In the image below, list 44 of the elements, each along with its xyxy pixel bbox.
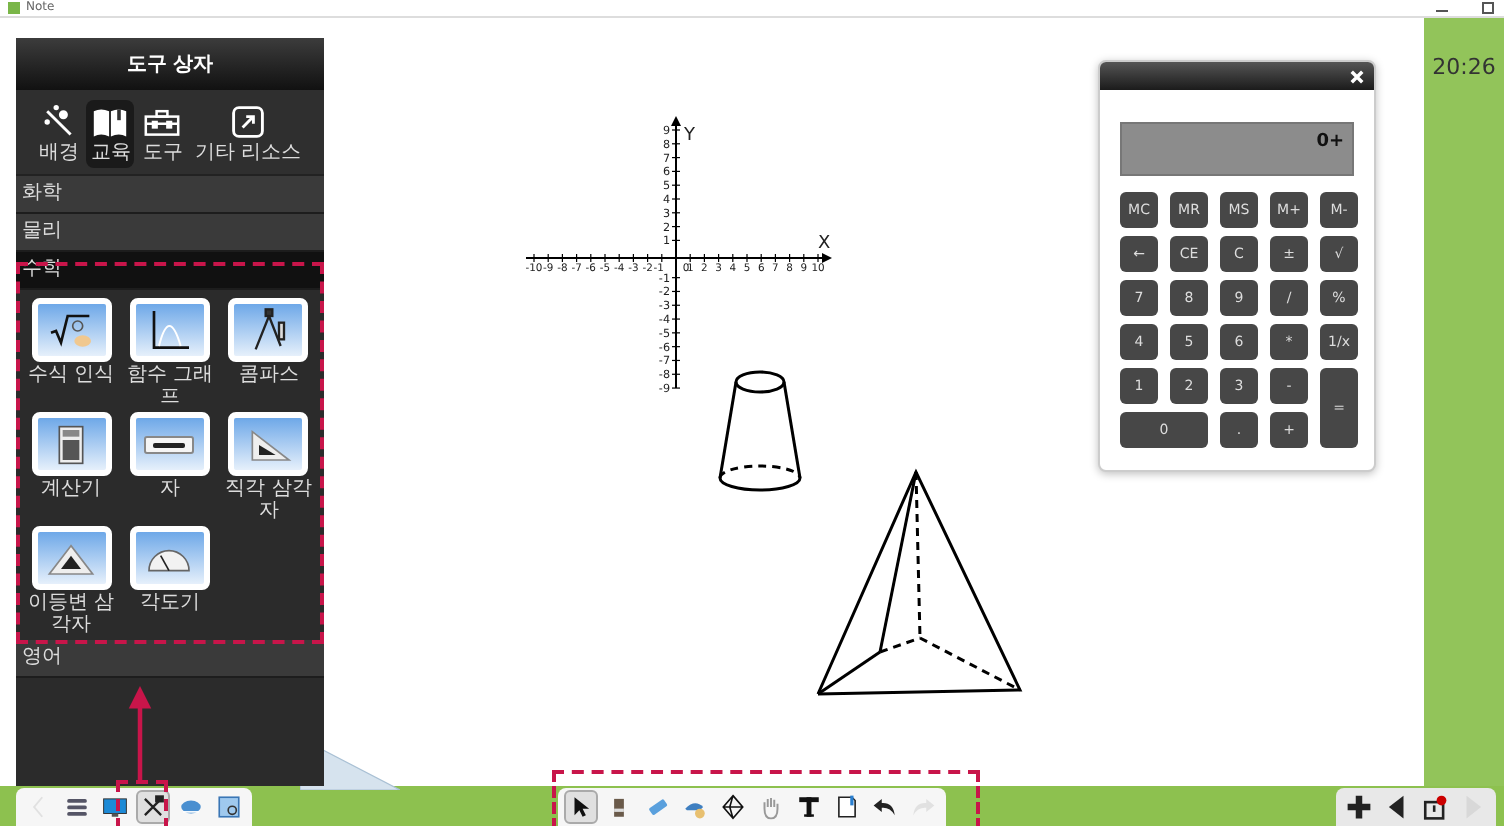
tool-tile[interactable] — [31, 298, 112, 362]
maximize-icon[interactable] — [1480, 0, 1496, 16]
toolbox-icon — [144, 104, 181, 140]
category-tab[interactable]: 배경 — [34, 100, 83, 168]
tool-tile[interactable] — [129, 298, 210, 362]
category-tab[interactable]: 기타 리소스 — [190, 100, 306, 168]
tile-label: 이등변 삼각자 — [26, 592, 117, 636]
section-header[interactable]: 물리 — [16, 214, 324, 252]
tool-tile[interactable] — [31, 412, 112, 476]
app-icon — [8, 2, 20, 14]
book-icon — [92, 104, 129, 140]
close-icon[interactable] — [1350, 69, 1364, 83]
annotation-arrow — [128, 686, 152, 780]
frustum-drawing — [718, 370, 802, 492]
tile-label: 각도기 — [139, 592, 200, 614]
axis-label: Y — [684, 126, 695, 146]
image-icon[interactable] — [212, 790, 246, 824]
arrow-box-icon — [230, 104, 266, 140]
pointer-icon[interactable] — [564, 790, 598, 824]
tool-tile[interactable] — [129, 412, 210, 476]
axis-label: X — [818, 234, 831, 254]
category-tab[interactable]: 교육 — [86, 100, 135, 168]
tool-tile[interactable] — [31, 526, 112, 590]
clock: 20:26 — [1432, 54, 1496, 82]
tile-label: 함수 그래프 — [124, 364, 216, 408]
tile-label: 수식 인식 — [28, 364, 115, 386]
tile-label: 자 — [159, 478, 180, 500]
highlight-frame — [116, 780, 168, 826]
tool-tile[interactable] — [228, 298, 309, 362]
plus-icon[interactable] — [1342, 790, 1376, 824]
tool-tile[interactable] — [129, 526, 210, 590]
section-header[interactable]: 화학 — [16, 176, 324, 214]
tools-icon[interactable] — [136, 790, 170, 824]
calculator-display: 0+ — [1120, 122, 1354, 176]
tile-label: 직각 삼각자 — [223, 478, 314, 522]
section-header[interactable]: 영어 — [16, 640, 324, 678]
tile-label: 콤파스 — [238, 364, 299, 386]
category-tab[interactable]: 도구 — [138, 100, 187, 168]
ruler-icon — [144, 435, 195, 453]
export-icon[interactable] — [1418, 790, 1452, 824]
tile-label: 계산기 — [41, 478, 102, 500]
tool-tile[interactable] — [228, 412, 309, 476]
panel-title: 도구 상자 — [16, 38, 324, 90]
wand-icon — [40, 104, 77, 140]
